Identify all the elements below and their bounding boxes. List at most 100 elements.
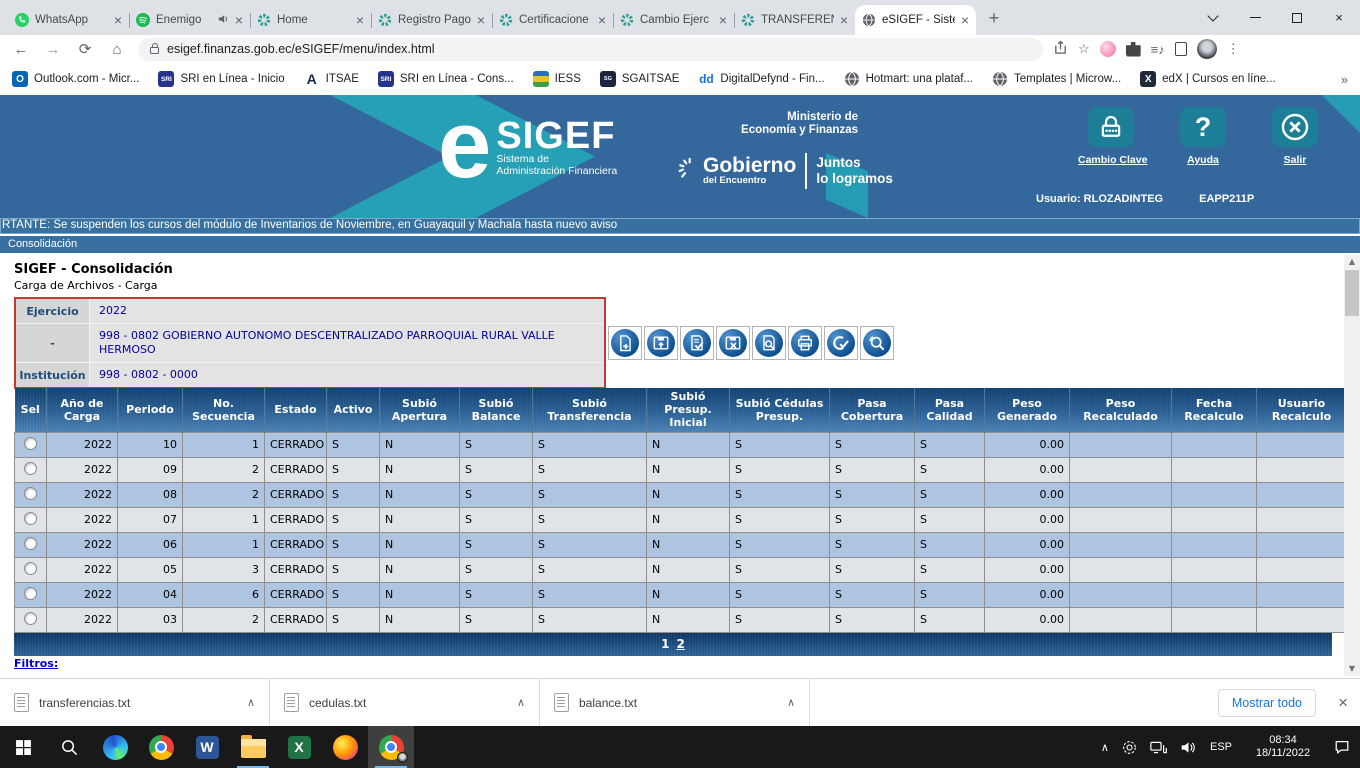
meet-now-icon[interactable] [1122,740,1137,755]
forward-icon[interactable]: → [42,41,64,58]
browser-tab[interactable]: TRANSFEREN × [734,5,855,35]
column-header[interactable]: Peso Recalculado [1070,388,1172,432]
table-row[interactable]: 2022101CERRADOSNSSNSSS0.00 [15,432,1347,457]
table-row[interactable]: 2022032CERRADOSNSSNSSS0.00 [15,607,1347,632]
tab-close-icon[interactable]: × [719,13,727,27]
bookmark-item[interactable]: SGSGAITSAE [600,71,680,87]
row-select-radio[interactable] [24,512,37,525]
browser-tab[interactable]: Home × [250,5,371,35]
table-row[interactable]: 2022092CERRADOSNSSNSSS0.00 [15,457,1347,482]
toolbar-validate-button[interactable] [680,326,714,360]
taskbar-word-icon[interactable]: W [184,726,230,768]
close-icon[interactable]: × [1318,0,1360,35]
language-indicator[interactable]: ESP [1210,741,1232,753]
share-icon[interactable] [1053,40,1068,58]
browser-tab[interactable]: WhatsApp × [8,5,129,35]
download-item[interactable]: cedulas.txt ∧ [270,679,540,726]
downloads-close-icon[interactable]: × [1338,693,1348,713]
row-select-radio[interactable] [24,487,37,500]
row-select-radio[interactable] [24,462,37,475]
media-list-icon[interactable]: ≡♪ [1151,42,1165,57]
maximize-icon[interactable] [1276,0,1318,35]
menu-consolidacion[interactable]: Consolidación [0,236,1360,253]
clock[interactable]: 08:34 18/11/2022 [1245,734,1321,760]
menu-kebab-icon[interactable]: ⋮ [1227,41,1240,57]
tab-close-icon[interactable]: × [477,13,485,27]
table-row[interactable]: 2022046CERRADOSNSSNSSS0.00 [15,582,1347,607]
bookmark-item[interactable]: OOutlook.com - Micr... [12,71,139,87]
taskbar-start-icon[interactable] [0,726,46,768]
scroll-down-icon[interactable]: ▼ [1344,662,1360,676]
sidebar-extension-icon[interactable] [1175,42,1187,56]
column-header[interactable]: Pasa Calidad [915,388,985,432]
volume-icon[interactable] [1180,740,1197,755]
column-header[interactable]: Subió Cédulas Presup. [730,388,830,432]
reload-icon[interactable]: ⟳ [74,40,96,58]
column-header[interactable]: Sel [15,388,47,432]
column-header[interactable]: Subió Apertura [380,388,460,432]
tab-close-icon[interactable]: × [356,13,364,27]
network-icon[interactable] [1150,740,1167,755]
tab-audio-icon[interactable] [217,13,229,28]
bookmark-item[interactable]: AITSAE [304,71,359,87]
tab-search-chevron-icon[interactable] [1192,0,1234,35]
bookmark-item[interactable]: Hotmart: una plataf... [844,71,973,87]
pagination-page-link[interactable]: 2 [677,637,685,651]
download-chevron-icon[interactable]: ∧ [247,696,255,709]
column-header[interactable]: Subió Presup. Inicial [647,388,730,432]
bookmark-item[interactable]: ddDigitalDefynd - Fin... [698,71,824,87]
column-header[interactable]: Periodo [118,388,183,432]
column-header[interactable]: Año de Carga [47,388,118,432]
help-icon[interactable]: ? [1180,107,1226,147]
column-header[interactable]: Pasa Cobertura [830,388,915,432]
download-item[interactable]: transferencias.txt ∧ [0,679,270,726]
browser-tab[interactable]: eSIGEF - Siste × [855,5,976,35]
taskbar-search-icon[interactable] [46,726,92,768]
new-tab-button[interactable]: + [980,4,1008,32]
download-chevron-icon[interactable]: ∧ [517,696,525,709]
back-icon[interactable]: ← [10,41,32,58]
column-header[interactable]: Usuario Recalculo [1257,388,1347,432]
lock-icon[interactable] [1088,107,1134,147]
download-item[interactable]: balance.txt ∧ [540,679,810,726]
scrollbar-thumb[interactable] [1345,270,1359,316]
tab-close-icon[interactable]: × [235,13,243,27]
toolbar-delete-button[interactable] [716,326,750,360]
column-header[interactable]: Activo [327,388,380,432]
column-header[interactable]: Subió Transferencia [533,388,647,432]
extensions-puzzle-icon[interactable] [1126,42,1141,57]
bookmark-item[interactable]: Templates | Microw... [992,71,1121,87]
action-label[interactable]: Salir [1262,154,1328,166]
toolbar-preview-button[interactable] [752,326,786,360]
column-header[interactable]: Estado [265,388,327,432]
row-select-radio[interactable] [24,562,37,575]
content-scrollbar[interactable]: ▲ ▼ [1344,255,1360,676]
bookmark-item[interactable]: IESS [533,71,581,87]
tab-close-icon[interactable]: × [114,13,122,27]
browser-tab[interactable]: Certificacione × [492,5,613,35]
row-select-radio[interactable] [24,612,37,625]
taskbar-edge-icon[interactable] [92,726,138,768]
row-select-radio[interactable] [24,437,37,450]
browser-tab[interactable]: Cambio Ejerc × [613,5,734,35]
table-row[interactable]: 2022071CERRADOSNSSNSSS0.00 [15,507,1347,532]
row-select-radio[interactable] [24,537,37,550]
action-label[interactable]: Cambio Clave [1078,154,1144,166]
filters-link[interactable]: Filtros: [14,657,58,670]
taskbar-firefox-icon[interactable] [322,726,368,768]
column-header[interactable]: Subió Balance [460,388,533,432]
action-label[interactable]: Ayuda [1170,154,1236,166]
taskbar-chrome-active-icon[interactable] [368,726,414,768]
extension-icon[interactable] [1100,41,1116,57]
header-action-lock[interactable]: Cambio Clave [1078,107,1144,166]
bookmark-item[interactable]: SRISRI en Línea - Cons... [378,71,514,87]
browser-tab[interactable]: Registro Pago × [371,5,492,35]
tab-close-icon[interactable]: × [961,13,969,27]
tab-close-icon[interactable]: × [598,13,606,27]
bookmark-item[interactable]: SRISRI en Línea - Inicio [158,71,284,87]
toolbar-recalculate-button[interactable] [860,326,894,360]
toolbar-approve-button[interactable] [824,326,858,360]
header-action-help[interactable]: ? Ayuda [1170,107,1236,166]
lock-icon[interactable] [150,47,159,54]
profile-avatar[interactable] [1197,39,1217,59]
